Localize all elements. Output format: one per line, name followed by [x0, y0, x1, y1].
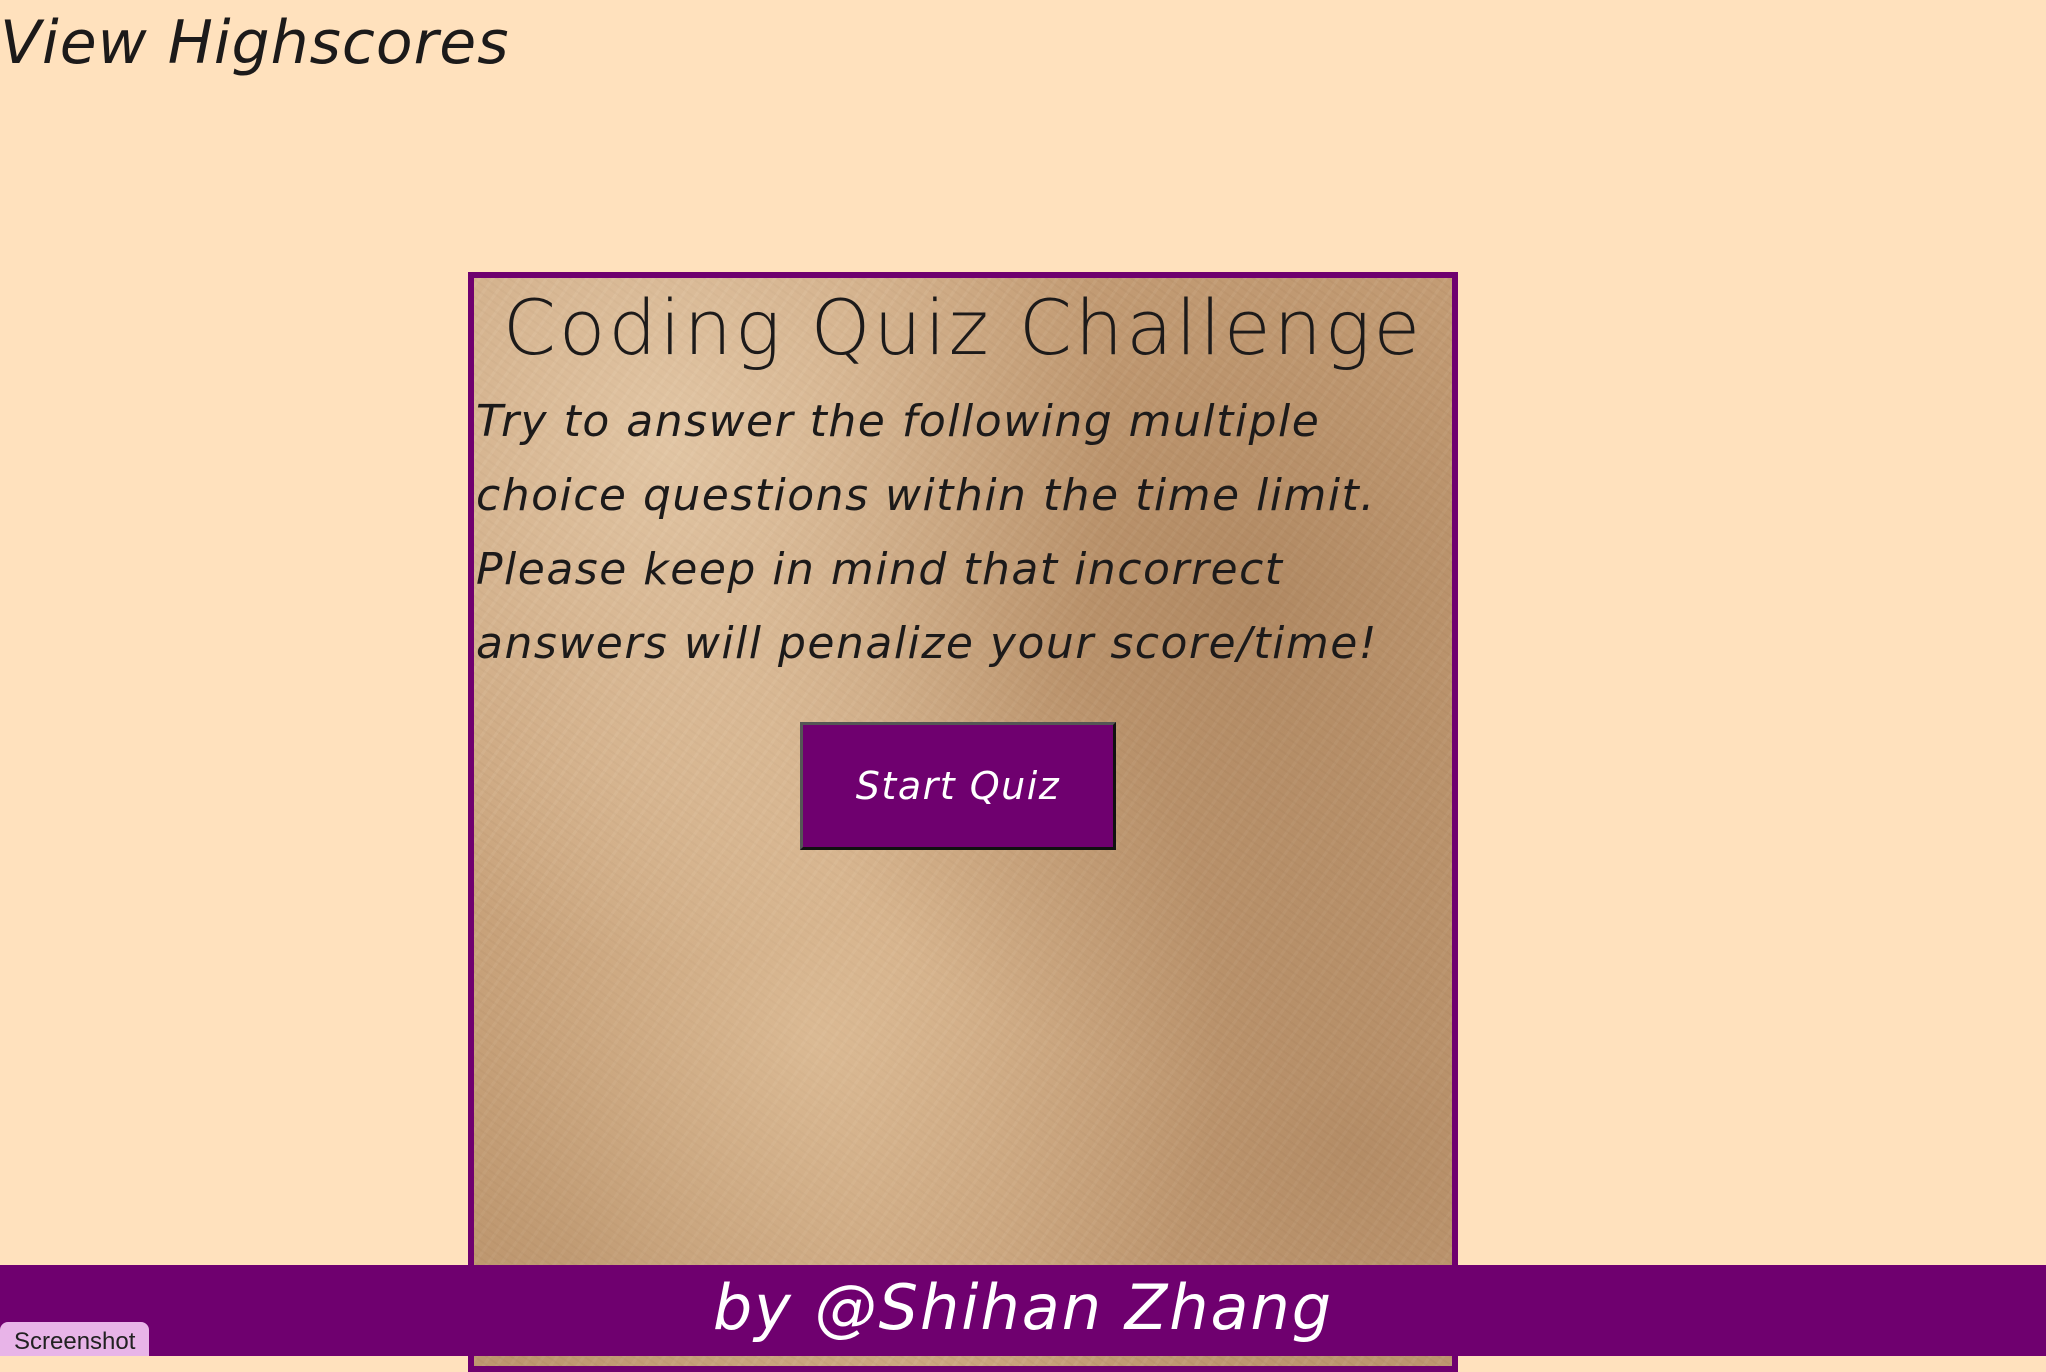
- quiz-card: Coding Quiz Challenge Try to answer the …: [468, 272, 1458, 1372]
- start-quiz-button[interactable]: Start Quiz: [800, 722, 1116, 850]
- view-highscores-link[interactable]: View Highscores: [0, 8, 509, 78]
- quiz-title: Coding Quiz Challenge: [502, 283, 1424, 372]
- quiz-description: Try to answer the following multiple cho…: [476, 396, 1378, 670]
- screenshot-tab[interactable]: Screenshot: [0, 1322, 150, 1356]
- footer-credit: by @Shihan Zhang: [0, 1265, 2046, 1356]
